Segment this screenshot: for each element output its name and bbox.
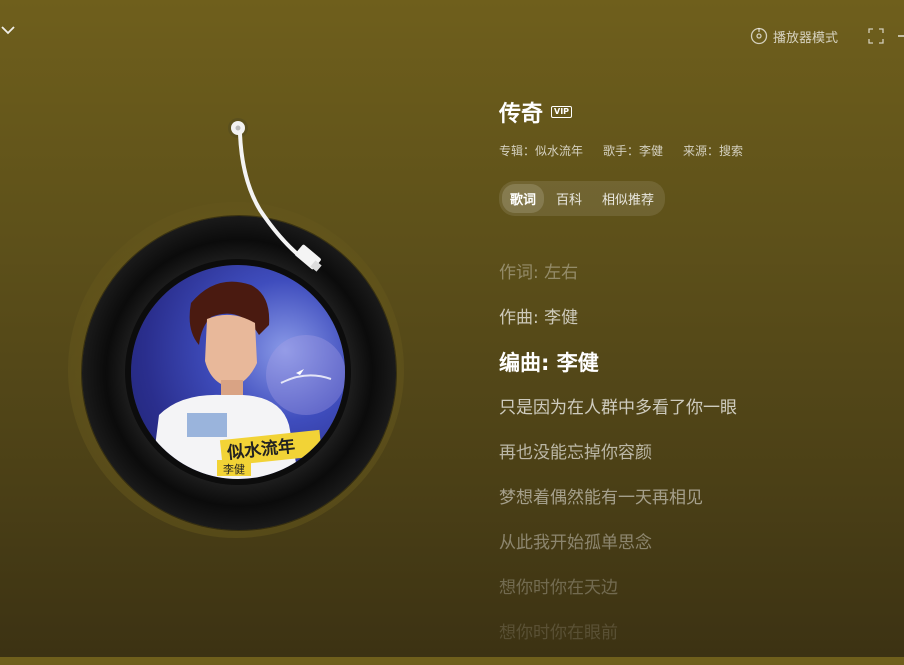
chevron-down-icon [1,26,15,35]
lyrics-panel: 作词: 左右 作曲: 李健 编曲: 李健 只是因为在人群中多看了你一眼 再也没能… [499,260,879,665]
tonearm [228,118,322,272]
lyric-line[interactable]: 只是因为在人群中多看了你一眼 [499,395,879,440]
tab-similar[interactable]: 相似推荐 [594,184,662,213]
vip-badge: VIP [551,106,573,118]
song-title-row: 传奇 VIP [499,96,743,128]
lyric-line-current[interactable]: 编曲: 李健 [499,350,879,395]
song-info: 传奇 VIP 专辑：似水流年 歌手：李健 来源：搜索 歌词 百科 相似推荐 [499,96,743,216]
disc-icon [750,27,768,45]
collapse-player-button[interactable] [0,22,20,40]
tab-wiki[interactable]: 百科 [548,184,590,213]
lyric-line[interactable]: 梦想着偶然能有一天再相见 [499,485,879,530]
lyric-line[interactable]: 想你时你在天边 [499,575,879,620]
minimize-button[interactable] [896,26,904,46]
album-link[interactable]: 专辑：似水流年 [499,142,583,159]
lyric-line[interactable]: 作曲: 李健 [499,305,879,350]
info-tabs: 歌词 百科 相似推荐 [499,181,666,216]
topbar-actions: 播放器模式 [750,26,904,46]
lyric-line[interactable]: 再也没能忘掉你容颜 [499,440,879,485]
source-label: 来源：搜索 [683,144,744,158]
lyric-line[interactable]: 想你时你在眼前 [499,620,879,665]
singer-link[interactable]: 歌手：李健 [603,142,663,159]
fullscreen-button[interactable] [866,26,886,46]
song-title: 传奇 [499,102,544,127]
cover-artist-name: 李健 [223,462,245,476]
lyric-line[interactable]: 从此我开始孤单思念 [499,530,879,575]
player-mode-button[interactable]: 播放器模式 [750,27,838,46]
record-player: 似水流年 李健 [60,110,420,550]
player-mode-label: 播放器模式 [772,30,838,46]
fullscreen-icon [868,28,884,44]
song-meta: 专辑：似水流年 歌手：李健 来源：搜索 [499,142,743,159]
lyric-line[interactable]: 作词: 左右 [499,260,879,305]
tab-lyrics[interactable]: 歌词 [502,184,545,213]
